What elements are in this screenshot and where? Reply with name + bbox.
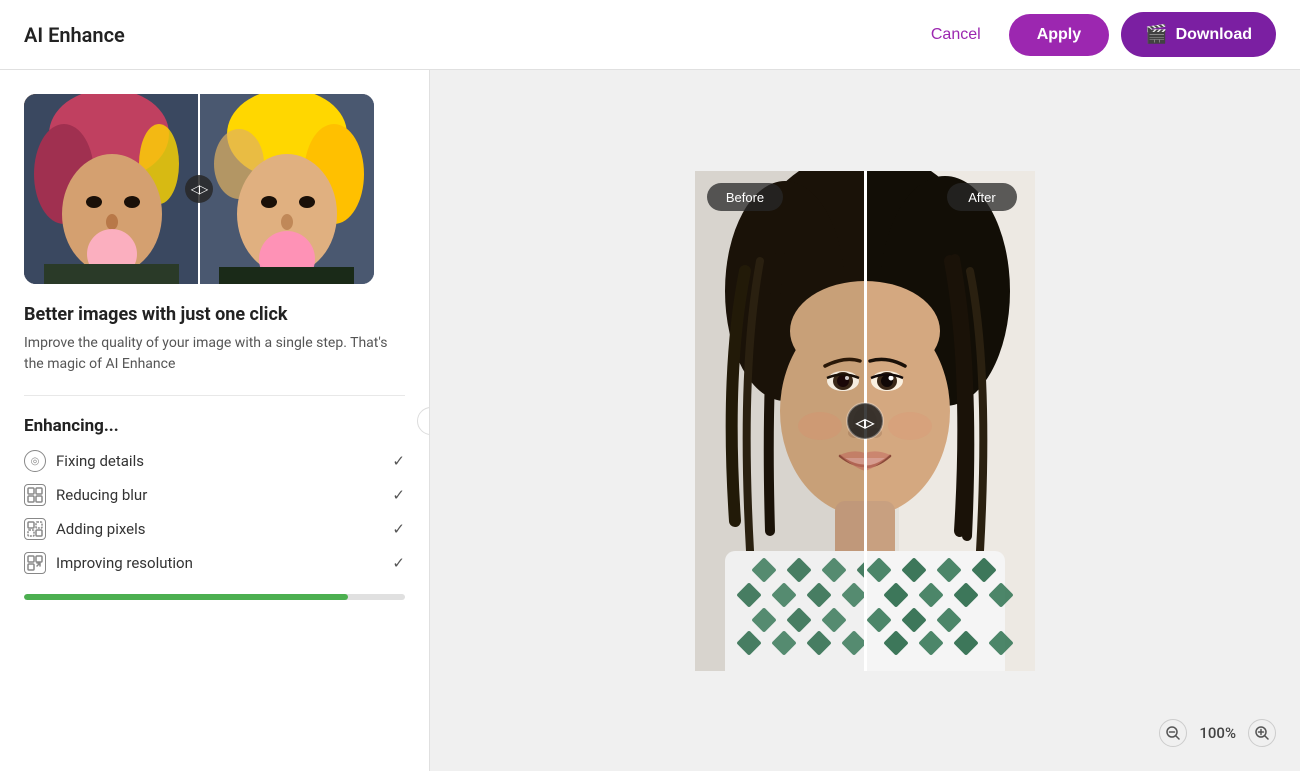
improving-resolution-check: ✓ (392, 554, 405, 572)
enhance-item-left-pixels: Adding pixels (24, 518, 146, 540)
zoom-in-button[interactable] (1248, 719, 1276, 747)
preview-handle-arrows: ◁▷ (191, 182, 207, 196)
preview-after-half (199, 94, 374, 284)
section-divider (24, 395, 405, 396)
download-icon: 🎬 (1145, 24, 1167, 45)
zoom-controls: 100% (1159, 719, 1276, 747)
collapse-panel-button[interactable]: ‹ (417, 407, 430, 435)
right-area: Before After ◁▷ 100% (430, 70, 1300, 771)
fixing-details-label: Fixing details (56, 452, 144, 470)
apply-button[interactable]: Apply (1009, 14, 1109, 56)
page-title: AI Enhance (24, 23, 125, 47)
enhancing-title: Enhancing... (24, 416, 405, 436)
enhance-item-left-resolution: Improving resolution (24, 552, 193, 574)
download-button[interactable]: 🎬 Download (1121, 12, 1276, 57)
svg-text:◁▷: ◁▷ (855, 416, 875, 430)
progress-bar-fill (24, 594, 348, 600)
left-panel: ◁▷ Better images with just one click Imp… (0, 70, 430, 771)
preview-title: Better images with just one click (24, 304, 405, 325)
zoom-level: 100% (1199, 724, 1236, 742)
svg-text:After: After (968, 190, 996, 205)
reducing-blur-label: Reducing blur (56, 486, 147, 504)
adding-pixels-check: ✓ (392, 520, 405, 538)
enhance-item-improving-resolution: Improving resolution ✓ (24, 552, 405, 574)
fixing-details-icon: ◎ (24, 450, 46, 472)
portrait-image: Before After ◁▷ (695, 171, 1035, 671)
improving-resolution-icon (24, 552, 46, 574)
progress-bar (24, 594, 405, 600)
improving-resolution-label: Improving resolution (56, 554, 193, 572)
header: AI Enhance Cancel Apply 🎬 Download (0, 0, 1300, 70)
preview-before-half (24, 94, 199, 284)
enhance-item-left: ◎ Fixing details (24, 450, 144, 472)
preview-thumbnail[interactable]: ◁▷ (24, 94, 374, 284)
preview-desc: Improve the quality of your image with a… (24, 333, 405, 375)
header-actions: Cancel Apply 🎬 Download (915, 12, 1276, 57)
adding-pixels-icon (24, 518, 46, 540)
reducing-blur-check: ✓ (392, 486, 405, 504)
main-compare-container[interactable]: Before After ◁▷ (695, 171, 1035, 671)
enhance-item-adding-pixels: Adding pixels ✓ (24, 518, 405, 540)
enhance-item-reducing-blur: Reducing blur ✓ (24, 484, 405, 506)
enhance-item-left-blur: Reducing blur (24, 484, 147, 506)
zoom-out-button[interactable] (1159, 719, 1187, 747)
cancel-button[interactable]: Cancel (915, 18, 997, 52)
main-layout: ◁▷ Better images with just one click Imp… (0, 70, 1300, 771)
preview-slider-handle[interactable]: ◁▷ (185, 175, 213, 203)
adding-pixels-label: Adding pixels (56, 520, 146, 538)
svg-text:Before: Before (726, 190, 764, 205)
zoom-out-icon (1166, 726, 1180, 740)
enhance-item-fixing-details: ◎ Fixing details ✓ (24, 450, 405, 472)
reducing-blur-icon (24, 484, 46, 506)
zoom-in-icon (1255, 726, 1269, 740)
fixing-details-check: ✓ (392, 452, 405, 470)
